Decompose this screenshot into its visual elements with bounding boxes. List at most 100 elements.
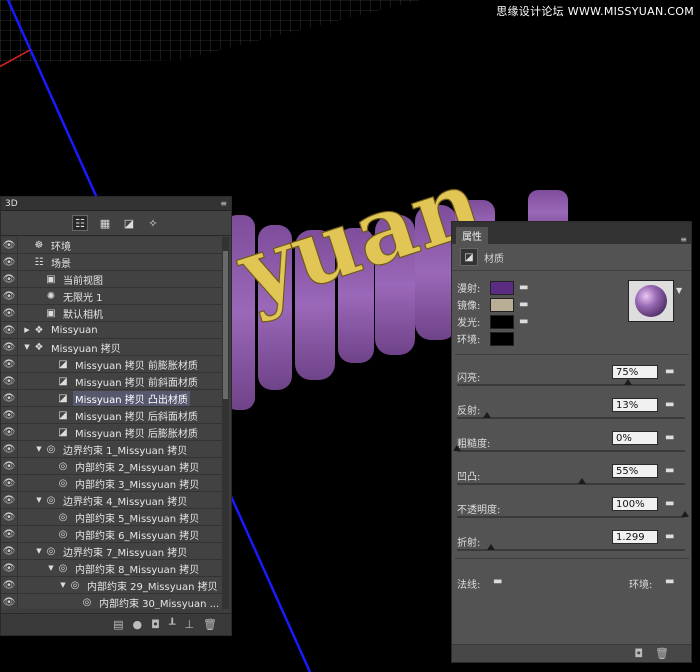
light-add-icon[interactable]: ● xyxy=(133,618,143,631)
trash-icon[interactable]: 🗑 xyxy=(203,618,217,631)
visibility-eye-icon[interactable]: 👁 xyxy=(1,339,18,355)
expand-toggle-icon[interactable]: ▼ xyxy=(34,496,44,504)
visibility-eye-icon[interactable]: 👁 xyxy=(1,594,18,609)
param-slider-thumb[interactable] xyxy=(482,412,491,418)
param-value-field[interactable]: 0% xyxy=(612,431,658,445)
param-slider-track[interactable] xyxy=(457,384,685,386)
tree-row[interactable]: 👁 ◎ 内部约束 3_Missyuan 拷贝 xyxy=(1,475,223,492)
tree-row[interactable]: 👁 ▶ ❖ Missyuan xyxy=(1,322,223,339)
folder-icon[interactable]: ▬ xyxy=(665,498,674,509)
tree-row[interactable]: 👁 ▣ 默认相机 xyxy=(1,305,223,322)
ground-icon[interactable]: ┸ xyxy=(169,618,176,631)
param-value-field[interactable]: 75% xyxy=(612,365,658,379)
render-icon[interactable]: ◘ xyxy=(634,647,643,660)
param-value-field[interactable]: 100% xyxy=(612,497,658,511)
light-filter-icon[interactable]: ✧ xyxy=(146,216,160,230)
param-value-field[interactable]: 1.299 xyxy=(612,530,658,544)
folder-icon[interactable]: ▬ xyxy=(493,576,502,587)
param-slider-thumb[interactable] xyxy=(487,544,496,550)
visibility-eye-icon[interactable]: 👁 xyxy=(1,322,18,338)
folder-icon[interactable]: ▬ xyxy=(665,531,674,542)
tree-row[interactable]: 👁 ☸ 环境 xyxy=(1,237,223,254)
scene-tree-scrollbar[interactable] xyxy=(222,237,229,609)
tree-row[interactable]: 👁 ◪ Missyuan 拷贝 后斜面材质 xyxy=(1,407,223,424)
color-swatch[interactable] xyxy=(490,297,514,312)
visibility-eye-icon[interactable]: 👁 xyxy=(1,288,18,304)
tree-row[interactable]: 👁 ◪ Missyuan 拷贝 凸出材质 xyxy=(1,390,223,407)
tree-row[interactable]: 👁 ◎ 内部约束 5_Missyuan 拷贝 xyxy=(1,509,223,526)
folder-icon[interactable]: ▬ xyxy=(519,316,528,327)
tree-row[interactable]: 👁 ☷ 场景 xyxy=(1,254,223,271)
material-filter-icon[interactable]: ◪ xyxy=(122,216,136,230)
visibility-eye-icon[interactable]: 👁 xyxy=(1,271,18,287)
visibility-eye-icon[interactable]: 👁 xyxy=(1,560,18,576)
param-value-field[interactable]: 13% xyxy=(612,398,658,412)
visibility-eye-icon[interactable]: 👁 xyxy=(1,356,18,372)
folder-icon[interactable]: ▬ xyxy=(519,282,528,293)
visibility-eye-icon[interactable]: 👁 xyxy=(1,458,18,474)
param-slider-track[interactable] xyxy=(457,450,685,452)
tree-row[interactable]: 👁 ▼ ❖ Missyuan 拷贝 xyxy=(1,339,223,356)
tree-row[interactable]: 👁 ▼ ◎ 边界约束 7_Missyuan 拷贝 xyxy=(1,543,223,560)
expand-toggle-icon[interactable]: ▶ xyxy=(22,326,32,334)
tree-row[interactable]: 👁 ◎ 内部约束 2_Missyuan 拷贝 xyxy=(1,458,223,475)
tree-row[interactable]: 👁 ▣ 当前视图 xyxy=(1,271,223,288)
tree-row[interactable]: 👁 ▼ ◎ 内部约束 8_Missyuan 拷贝 xyxy=(1,560,223,577)
panel-menu-icon[interactable]: ≡ xyxy=(680,235,687,244)
material-preview[interactable] xyxy=(628,280,674,322)
drop-to-ground-icon[interactable]: ⊥ xyxy=(184,618,194,631)
expand-toggle-icon[interactable]: ▼ xyxy=(46,564,56,572)
color-swatch[interactable] xyxy=(490,331,514,346)
visibility-eye-icon[interactable]: 👁 xyxy=(1,373,18,389)
folder-icon[interactable]: ▬ xyxy=(665,399,674,410)
param-slider-thumb[interactable] xyxy=(624,379,632,385)
tree-row[interactable]: 👁 ✺ 无限光 1 xyxy=(1,288,223,305)
visibility-eye-icon[interactable]: 👁 xyxy=(1,441,18,457)
render-icon[interactable]: ◘ xyxy=(151,618,160,631)
tree-row[interactable]: 👁 ▼ ◎ 边界约束 1_Missyuan 拷贝 xyxy=(1,441,223,458)
visibility-eye-icon[interactable]: 👁 xyxy=(1,526,18,542)
folder-icon[interactable]: ▬ xyxy=(665,366,674,377)
param-value-field[interactable]: 55% xyxy=(612,464,658,478)
visibility-eye-icon[interactable]: 👁 xyxy=(1,390,18,406)
tree-row[interactable]: 👁 ◎ 内部约束 30_Missyuan ... xyxy=(1,594,223,609)
folder-icon[interactable]: ▬ xyxy=(665,465,674,476)
expand-toggle-icon[interactable]: ▼ xyxy=(34,547,44,555)
tree-row[interactable]: 👁 ▼ ◎ 内部约束 29_Missyuan 拷贝 xyxy=(1,577,223,594)
param-slider-thumb[interactable] xyxy=(681,511,689,517)
param-slider-thumb[interactable] xyxy=(578,478,587,484)
panel-menu-icon[interactable]: ≡ xyxy=(220,199,227,208)
expand-toggle-icon[interactable]: ▼ xyxy=(58,581,68,589)
visibility-eye-icon[interactable]: 👁 xyxy=(1,407,18,423)
color-swatch[interactable] xyxy=(490,280,514,295)
folder-icon[interactable]: ▬ xyxy=(665,576,674,587)
chevron-down-icon[interactable]: ▼ xyxy=(676,286,682,295)
expand-toggle-icon[interactable]: ▼ xyxy=(22,343,32,351)
mesh-filter-icon[interactable]: ▦ xyxy=(98,216,112,230)
tree-row[interactable]: 👁 ▼ ◎ 边界约束 4_Missyuan 拷贝 xyxy=(1,492,223,509)
tree-row[interactable]: 👁 ◪ Missyuan 拷贝 前膨胀材质 xyxy=(1,356,223,373)
visibility-eye-icon[interactable]: 👁 xyxy=(1,577,18,593)
folder-icon[interactable]: ▬ xyxy=(665,432,674,443)
tree-row[interactable]: 👁 ◪ Missyuan 拷贝 前斜面材质 xyxy=(1,373,223,390)
visibility-eye-icon[interactable]: 👁 xyxy=(1,475,18,491)
tree-row[interactable]: 👁 ◪ Missyuan 拷贝 后膨胀材质 xyxy=(1,424,223,441)
color-swatch[interactable] xyxy=(490,314,514,329)
tab-properties[interactable]: 属性 xyxy=(456,227,488,244)
visibility-eye-icon[interactable]: 👁 xyxy=(1,237,18,253)
visibility-eye-icon[interactable]: 👁 xyxy=(1,254,18,270)
folder-icon[interactable]: ▬ xyxy=(519,299,528,310)
param-slider-thumb[interactable] xyxy=(453,445,461,451)
param-slider-track[interactable] xyxy=(457,417,685,419)
tree-row[interactable]: 👁 ◎ 内部约束 6_Missyuan 拷贝 xyxy=(1,526,223,543)
visibility-eye-icon[interactable]: 👁 xyxy=(1,492,18,508)
trash-icon[interactable]: 🗑 xyxy=(655,647,669,660)
visibility-eye-icon[interactable]: 👁 xyxy=(1,543,18,559)
scene-filter-icon[interactable]: ☷ xyxy=(72,215,88,231)
mesh-icon[interactable]: ▤ xyxy=(113,618,123,631)
visibility-eye-icon[interactable]: 👁 xyxy=(1,424,18,440)
scrollbar-thumb[interactable] xyxy=(223,251,228,399)
param-slider-track[interactable] xyxy=(457,516,685,518)
visibility-eye-icon[interactable]: 👁 xyxy=(1,509,18,525)
visibility-eye-icon[interactable]: 👁 xyxy=(1,305,18,321)
